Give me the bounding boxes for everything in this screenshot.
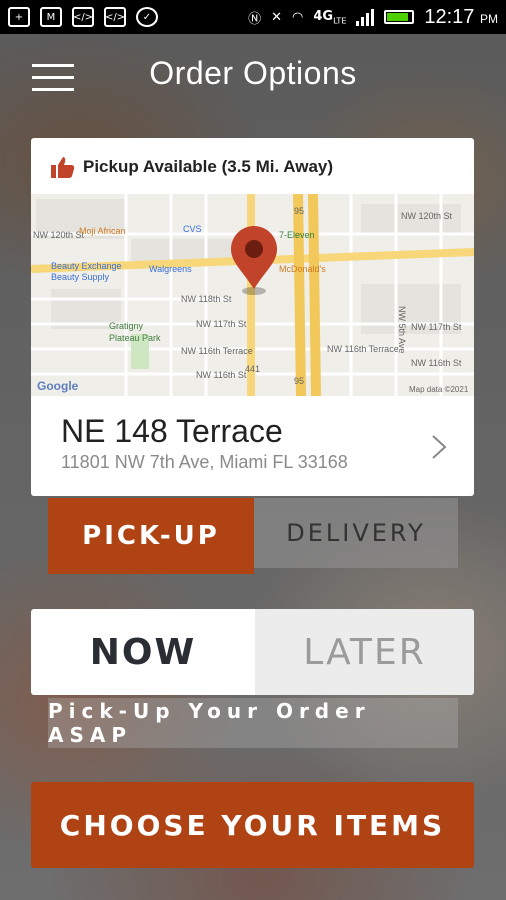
wifi-icon: ◠ <box>292 9 304 25</box>
map-attribution: Map data ©2021 <box>409 385 469 394</box>
map-label-highway: 95 <box>294 376 304 386</box>
network-type: 4GLTE <box>313 8 347 26</box>
availability-text: Pickup Available (3.5 Mi. Away) <box>83 157 334 176</box>
map-label-poi: McDonald's <box>279 264 326 274</box>
map-label-street: NW 116th St <box>196 370 247 380</box>
signal-icon <box>356 8 375 26</box>
map-label-poi: CVS <box>183 224 202 234</box>
map-label-highway: 95 <box>294 206 304 216</box>
map-label-poi: Beauty Exchange <box>51 261 122 271</box>
map-label-street: NW 5th Ave <box>397 306 407 353</box>
map-label-street: NW 118th St <box>181 294 232 304</box>
pickup-availability: Pickup Available (3.5 Mi. Away) <box>51 156 333 178</box>
nfc-icon: Ⓝ <box>248 11 262 27</box>
map-label-street: NW 116th Terrace <box>327 344 399 354</box>
timing-message: Pick-Up Your Order ASAP <box>48 698 458 748</box>
map-label-street: NW 120th St <box>401 211 453 221</box>
map-label-park: Plateau Park <box>109 333 161 343</box>
map-label-poi: 7-Eleven <box>279 230 315 240</box>
pickup-option[interactable]: PICK-UP <box>48 498 254 574</box>
map-label-street: NW 116th St <box>411 358 462 368</box>
order-type-toggle: PICK-UP DELIVERY <box>48 498 458 574</box>
delivery-option[interactable]: DELIVERY <box>254 498 458 568</box>
thumbs-up-icon <box>51 157 75 178</box>
chat-icon: ✓ <box>136 7 158 27</box>
status-bar: + M </> </> ✓ Ⓝ ✕ ◠ 4GLTE 12:17 PM <box>0 0 506 34</box>
map-label-poi: Walgreens <box>149 264 192 274</box>
page-title: Order Options <box>149 55 357 91</box>
add-icon: + <box>8 7 30 27</box>
store-address: 11801 NW 7th Ave, Miami FL 33168 <box>61 452 348 472</box>
timing-toggle: NOW LATER <box>31 609 474 695</box>
map-label-park: Gratigny <box>109 321 144 331</box>
map-label-street: NW 116th Terrace <box>181 346 253 356</box>
store-info: NE 148 Terrace 11801 NW 7th Ave, Miami F… <box>61 413 348 473</box>
store-card[interactable]: Pickup Available (3.5 Mi. Away) NW 120th… <box>31 138 474 496</box>
map-label-street: NW 117th St <box>196 319 247 329</box>
map-label-poi: Beauty Supply <box>51 272 110 282</box>
now-option[interactable]: NOW <box>31 609 255 695</box>
clock: 12:17 PM <box>424 5 498 28</box>
google-logo: Google <box>37 379 79 393</box>
gmail-icon: M <box>40 7 62 27</box>
choose-items-button[interactable]: CHOOSE YOUR ITEMS <box>31 782 474 868</box>
map-label-poi: Moji African <box>79 226 126 236</box>
store-name: NE 148 Terrace <box>61 413 283 449</box>
map-label-street: NW 120th St <box>33 230 85 240</box>
mute-icon: ✕ <box>271 9 283 25</box>
code-icon: </> <box>104 7 126 27</box>
map-label-street: NW 117th St <box>411 322 462 332</box>
later-option[interactable]: LATER <box>255 609 474 695</box>
battery-icon <box>384 10 415 24</box>
map-label-highway: 441 <box>245 364 260 374</box>
code-icon: </> <box>72 7 94 27</box>
chevron-right-icon[interactable] <box>430 433 448 461</box>
store-map[interactable]: NW 120th St NW 120th St Moji African CVS… <box>31 194 474 396</box>
